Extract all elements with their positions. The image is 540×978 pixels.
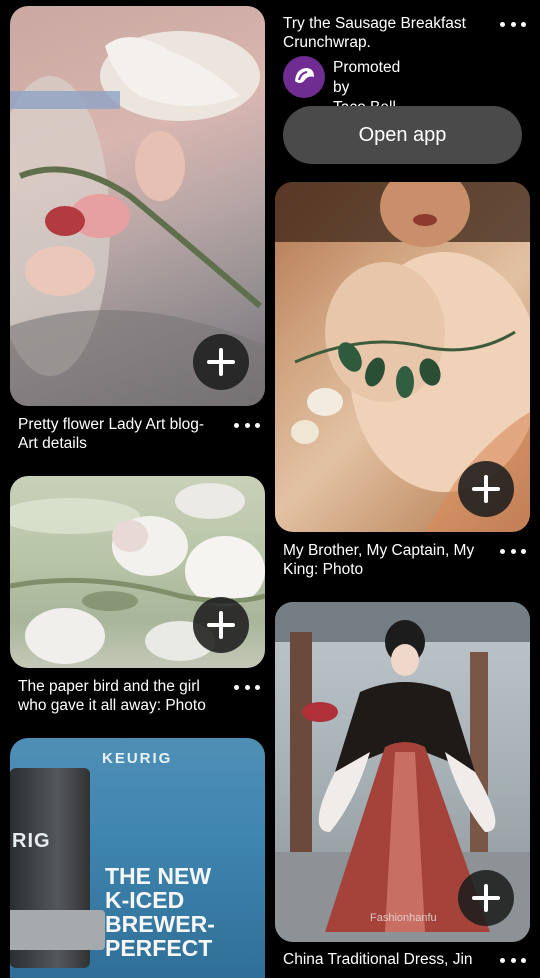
pin-title[interactable]: The paper bird and the girl who gave it … (18, 677, 223, 715)
save-pin-button[interactable] (193, 597, 249, 653)
advertiser-avatar[interactable] (283, 56, 325, 98)
more-options-icon (500, 957, 505, 963)
more-options-icon (500, 21, 505, 27)
taco-bell-logo (295, 68, 314, 83)
more-options-button[interactable] (500, 17, 526, 31)
plus-icon (207, 348, 235, 376)
pin-title[interactable]: Pretty flower Lady Art blog- Art details (18, 415, 223, 453)
plus-icon (207, 611, 235, 639)
more-options-button[interactable] (234, 418, 260, 432)
save-pin-button[interactable] (193, 334, 249, 390)
watermark: Fashionhanfu (370, 912, 437, 924)
more-options-button[interactable] (500, 953, 526, 967)
more-options-button[interactable] (500, 544, 526, 558)
more-options-icon (234, 684, 239, 690)
more-options-icon (500, 548, 505, 554)
promoted-by-label: Promoted by (333, 59, 401, 96)
more-options-button[interactable] (234, 680, 260, 694)
plus-icon (472, 475, 500, 503)
pin-title[interactable]: My Brother, My Captain, My King: Photo (283, 541, 488, 579)
keurig-brand: KEURIG (102, 750, 173, 767)
open-app-button[interactable]: Open app (283, 106, 522, 164)
keurig-side-text: RIG (12, 830, 51, 852)
save-pin-button[interactable] (458, 461, 514, 517)
pin-image-keurig[interactable]: RIG KEURIG THE NEW K-ICED BREWER- PERFEC… (10, 738, 265, 978)
keurig-headline: THE NEW K-ICED BREWER- PERFECT (105, 863, 215, 961)
save-pin-button[interactable] (458, 870, 514, 926)
more-options-icon (234, 422, 239, 428)
plus-icon (472, 884, 500, 912)
keurig-drip-tray (10, 910, 105, 950)
ad-title[interactable]: Try the Sausage Breakfast Crunchwrap. (283, 14, 483, 52)
